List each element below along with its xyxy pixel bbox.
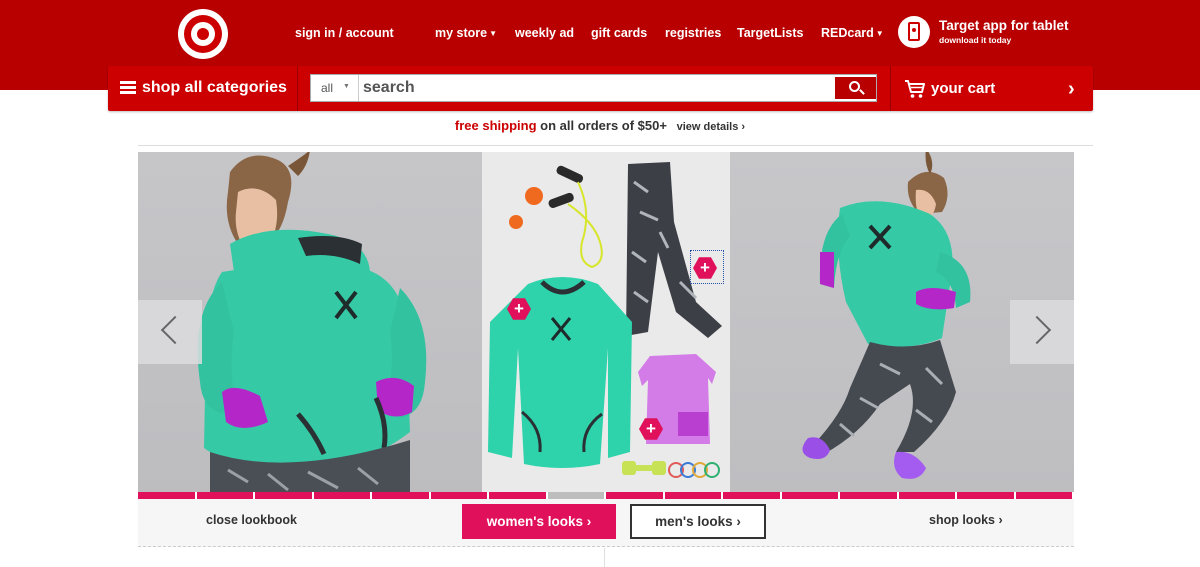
target-logo[interactable] — [178, 9, 228, 59]
promo-highlight: free shipping — [454, 118, 537, 133]
shipping-promo: free shipping on all orders of $50+ view… — [0, 118, 1200, 133]
carousel-indicators — [138, 492, 1074, 499]
hamburger-menu-icon — [120, 81, 136, 95]
carousel-indicator[interactable] — [255, 492, 314, 499]
view-details-link[interactable]: view details › — [677, 121, 745, 133]
shop-all-categories-button[interactable]: shop all categories — [108, 66, 298, 111]
carousel-indicator[interactable] — [547, 492, 606, 499]
divider — [604, 548, 605, 567]
app-promo-title: Target app for tablet — [939, 18, 1069, 33]
carousel-indicator[interactable] — [431, 492, 489, 499]
shopping-cart-icon — [905, 80, 925, 98]
carousel-indicator[interactable] — [782, 492, 840, 499]
carousel-indicator[interactable] — [197, 492, 255, 499]
plus-hexagon-icon — [507, 298, 531, 320]
nav-my-store[interactable]: my store ▼ — [435, 26, 497, 40]
cart-button[interactable]: your cart › — [890, 66, 1093, 111]
carousel-indicator[interactable] — [138, 492, 197, 499]
carousel-indicator[interactable] — [840, 492, 899, 499]
cart-label: your cart — [931, 80, 996, 97]
close-lookbook-link[interactable]: close lookbook — [206, 513, 297, 527]
lookbook-carousel — [138, 152, 1074, 492]
carousel-indicator[interactable] — [314, 492, 372, 499]
chevron-right-icon — [1022, 315, 1052, 345]
product-hotspot-hoodie[interactable] — [507, 297, 531, 321]
search-button[interactable] — [835, 77, 876, 99]
target-lookbook-page: sign in / account my store ▼ weekly ad gi… — [0, 0, 1200, 567]
search-bar: shop all categories all ▼ your cart › — [108, 66, 1093, 111]
carousel-indicator[interactable] — [372, 492, 431, 499]
carousel-indicator[interactable] — [489, 492, 548, 499]
hotspot-focus-outline — [690, 250, 724, 284]
search-scope-select[interactable]: all ▼ — [311, 75, 359, 101]
shop-all-label: shop all categories — [142, 79, 287, 96]
search-input[interactable] — [363, 77, 818, 99]
nav-targetlists[interactable]: TargetLists — [737, 26, 803, 40]
carousel-indicator[interactable] — [665, 492, 723, 499]
carousel-indicator[interactable] — [606, 492, 665, 499]
divider — [138, 145, 1093, 146]
product-hotspot-tee[interactable] — [639, 417, 663, 441]
nav-weekly-ad[interactable]: weekly ad — [515, 26, 574, 40]
carousel-indicator[interactable] — [957, 492, 1016, 499]
chevron-right-icon: › — [1068, 78, 1075, 100]
womens-looks-button[interactable]: women's looks › — [462, 504, 616, 539]
carousel-indicator[interactable] — [1016, 492, 1074, 499]
lookbook-photo-products — [482, 152, 730, 492]
app-promo[interactable]: Target app for tablet download it today — [898, 16, 1088, 50]
chevron-down-icon: ▼ — [875, 29, 884, 38]
search-scope-value: all — [321, 81, 334, 95]
carousel-next-button[interactable] — [1010, 300, 1074, 364]
lookbook-controls: close lookbook women's looks › men's loo… — [138, 499, 1074, 547]
shop-looks-link[interactable]: shop looks › — [929, 513, 1003, 527]
app-promo-subtitle: download it today — [939, 35, 1012, 45]
search-box: all ▼ — [310, 74, 877, 102]
mens-looks-button[interactable]: men's looks › — [630, 504, 766, 539]
chevron-down-icon: ▼ — [489, 29, 498, 38]
nav-gift-cards[interactable]: gift cards — [591, 26, 647, 40]
chevron-down-icon: ▼ — [343, 83, 350, 90]
promo-text: on all orders of $50+ — [540, 118, 667, 133]
tablet-icon — [898, 16, 930, 48]
nav-sign-in[interactable]: sign in / account — [295, 26, 394, 40]
nav-registries[interactable]: registries — [665, 26, 721, 40]
carousel-indicator[interactable] — [723, 492, 782, 499]
nav-redcard[interactable]: REDcard ▼ — [821, 26, 884, 40]
carousel-prev-button[interactable] — [138, 300, 202, 364]
plus-hexagon-icon — [639, 418, 663, 440]
chevron-left-icon — [160, 315, 190, 345]
carousel-indicator[interactable] — [899, 492, 957, 499]
